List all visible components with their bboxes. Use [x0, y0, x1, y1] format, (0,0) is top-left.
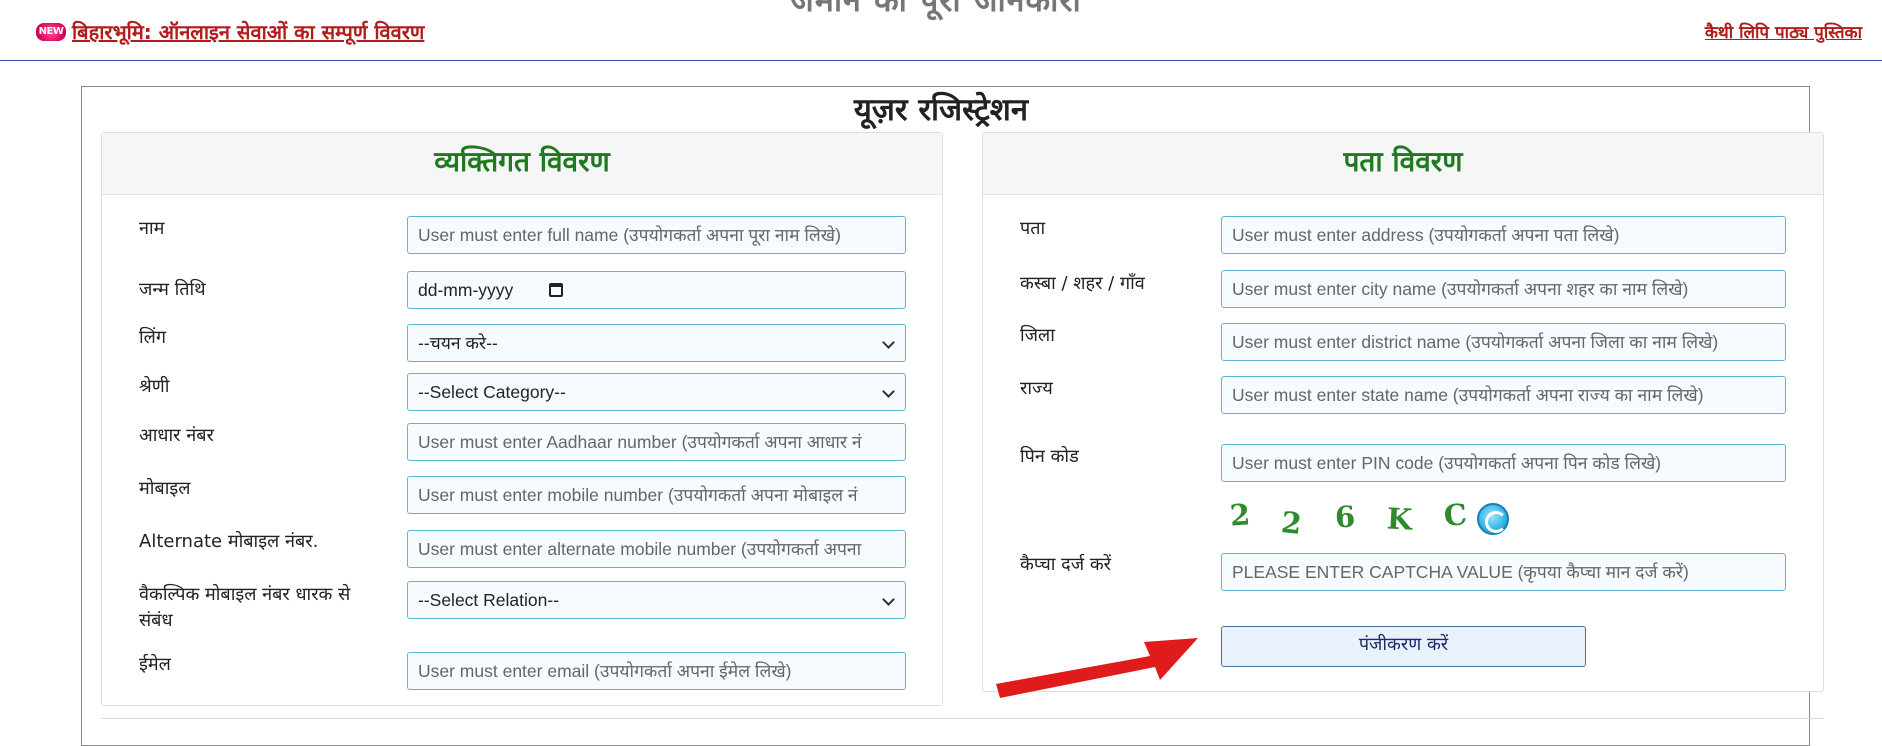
site-title-cropped: जमीन की पूरी जानकारी: [790, 0, 1082, 19]
gender-select[interactable]: --चयन करे--: [407, 324, 906, 362]
aadhaar-input[interactable]: User must enter Aadhaar number (उपयोगकर्…: [407, 423, 906, 461]
captcha-char: 2: [1228, 497, 1252, 533]
captcha-char: K: [1385, 501, 1413, 537]
gender-label: लिंग: [139, 327, 166, 348]
relation-select[interactable]: --Select Relation--: [407, 581, 906, 619]
aadhaar-label: आधार नंबर: [139, 425, 214, 446]
name-input[interactable]: User must enter full name (उपयोगकर्ता अप…: [407, 216, 906, 254]
state-label: राज्य: [1020, 378, 1053, 399]
pin-input[interactable]: User must enter PIN code (उपयोगकर्ता अपन…: [1221, 444, 1786, 482]
state-input[interactable]: User must enter state name (उपयोगकर्ता अ…: [1221, 376, 1786, 414]
dob-value: dd-mm-yyyy: [418, 280, 514, 300]
register-button[interactable]: पंजीकरण करें: [1221, 626, 1586, 667]
bottom-divider: [101, 718, 1824, 719]
alt-mobile-label: Alternate मोबाइल नंबर.: [139, 531, 319, 552]
district-label: जिला: [1020, 325, 1055, 346]
captcha-char: C: [1442, 497, 1469, 533]
city-label: कस्बा / शहर / गाँव: [1020, 273, 1145, 294]
mobile-label: मोबाइल: [139, 478, 191, 499]
alt-mobile-input[interactable]: User must enter alternate mobile number …: [407, 530, 906, 568]
name-label: नाम: [139, 218, 165, 239]
new-badge-icon: NEW: [36, 22, 66, 41]
dob-input[interactable]: dd-mm-yyyy: [407, 271, 906, 309]
personal-details-heading: व्यक्तिगत विवरण: [102, 133, 942, 195]
kaithi-script-book-link[interactable]: कैथी लिपि पाठ्य पुस्तिका: [1705, 20, 1862, 43]
red-arrow-icon: [996, 638, 1198, 698]
dob-label: जन्म तिथि: [139, 279, 206, 300]
city-input[interactable]: User must enter city name (उपयोगकर्ता अप…: [1221, 270, 1786, 308]
pin-label: पिन कोड: [1020, 446, 1079, 467]
top-left-link-group[interactable]: NEW बिहारभूमि: ऑनलाइन सेवाओं का सम्पूर्ण…: [36, 18, 424, 45]
page-title: यूज़र रजिस्ट्रेशन: [853, 92, 1029, 128]
address-details-heading: पता विवरण: [983, 133, 1823, 195]
address-input[interactable]: User must enter address (उपयोगकर्ता अपना…: [1221, 216, 1786, 254]
biharbhumi-services-link[interactable]: बिहारभूमि: ऑनलाइन सेवाओं का सम्पूर्ण विव…: [72, 18, 424, 45]
captcha-char: 6: [1333, 499, 1356, 535]
captcha-image: 2 2 6 K C: [1228, 497, 1489, 541]
refresh-icon[interactable]: [1477, 503, 1509, 535]
calendar-icon[interactable]: [549, 283, 563, 297]
email-label: ईमेल: [139, 654, 171, 675]
category-label: श्रेणी: [139, 376, 170, 397]
mobile-input[interactable]: User must enter mobile number (उपयोगकर्त…: [407, 476, 906, 514]
district-input[interactable]: User must enter district name (उपयोगकर्त…: [1221, 323, 1786, 361]
captcha-input[interactable]: PLEASE ENTER CAPTCHA VALUE (कृपया कैप्चा…: [1221, 553, 1786, 591]
address-label: पता: [1020, 218, 1046, 239]
category-select[interactable]: --Select Category--: [407, 373, 906, 411]
captcha-char: 2: [1279, 505, 1304, 541]
captcha-label: कैप्चा दर्ज करें: [1020, 554, 1112, 575]
relation-label: वैकल्पिक मोबाइल नंबर धारक से संबंध: [139, 584, 351, 631]
top-header-bar: जमीन की पूरी जानकारी NEW बिहारभूमि: ऑनला…: [0, 0, 1882, 61]
email-input[interactable]: User must enter email (उपयोगकर्ता अपना ई…: [407, 652, 906, 690]
